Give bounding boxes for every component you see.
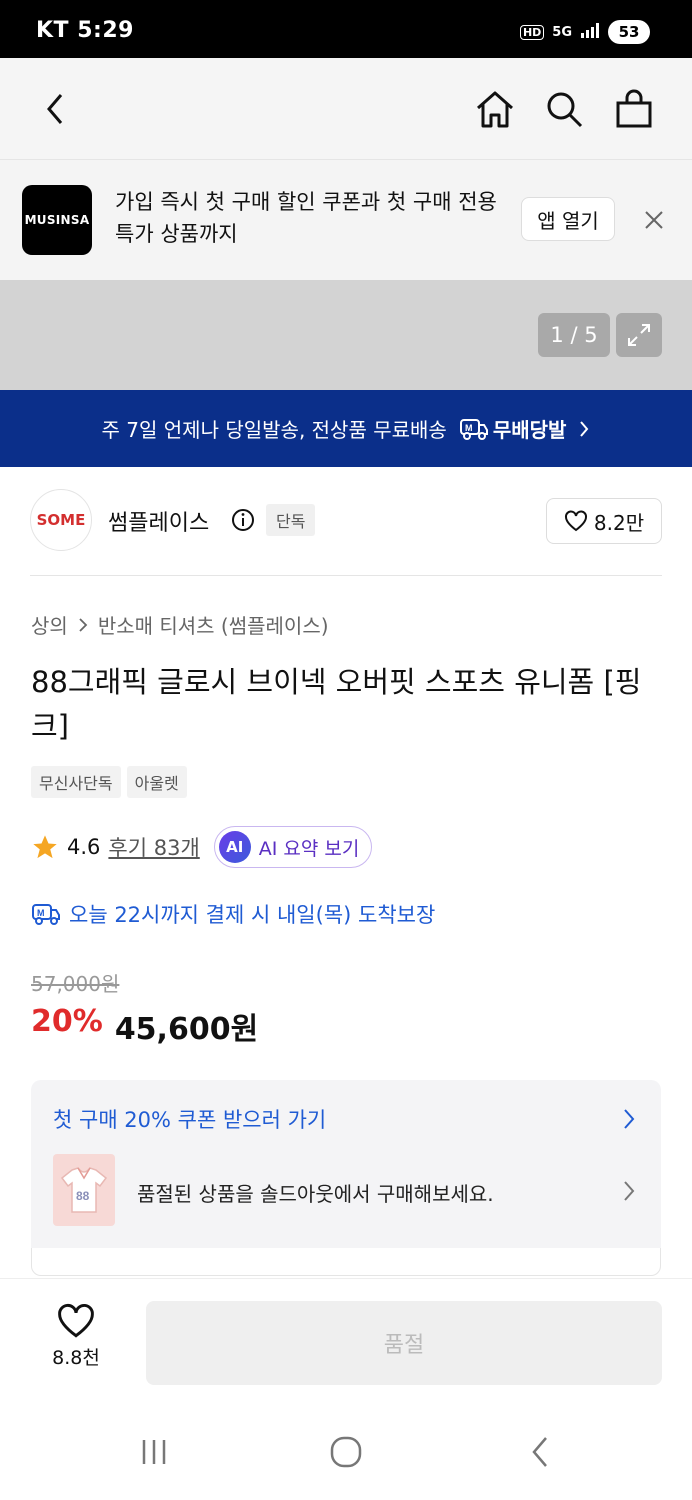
banner-close-button[interactable]: [640, 206, 668, 234]
ai-summary-button[interactable]: AI AI 요약 보기: [213, 826, 373, 868]
recent-apps-button[interactable]: [134, 1434, 174, 1470]
coupon-box: 첫 구매 20% 쿠폰 받으러 가기 88 품절된 상품을 솔드아웃에서 구매해…: [31, 1080, 661, 1276]
expand-icon: [628, 324, 650, 346]
delivery-text: 오늘 22시까지 결제 시 내일(목) 도착보장: [69, 903, 436, 927]
info-icon: [232, 509, 254, 531]
svg-text:88: 88: [76, 1189, 90, 1203]
expand-image-button[interactable]: [616, 313, 662, 357]
review-count-link[interactable]: 후기 83개: [108, 832, 199, 862]
shipping-text: 주 7일 언제나 당일발송, 전상품 무료배송: [101, 418, 447, 442]
chevron-right-icon: [79, 617, 88, 632]
banner-message: 가입 즉시 첫 구매 할인 쿠폰과 첫 구매 전용 특가 상품까지: [115, 190, 497, 246]
rating-row: 4.6 후기 83개 AI AI 요약 보기: [31, 826, 373, 868]
divider: [30, 575, 662, 576]
hd-icon: HD: [519, 24, 545, 40]
chevron-right-icon[interactable]: [623, 1180, 635, 1202]
close-icon: [645, 211, 663, 229]
carrier-time: KT 5:29: [36, 18, 134, 43]
battery-indicator: 53: [608, 20, 650, 44]
product-thumbnail: 88: [53, 1154, 115, 1226]
search-button[interactable]: [543, 88, 585, 130]
network-type: 5G: [552, 24, 572, 40]
soldout-button[interactable]: 품절: [146, 1301, 662, 1385]
recent-apps-icon: [142, 1440, 166, 1464]
brand-like-count: 8.2만: [593, 510, 645, 535]
shipping-brand-label: 무배당발: [492, 418, 567, 442]
delivery-truck-icon: M: [459, 418, 488, 440]
ai-summary-label: AI 요약 보기: [258, 837, 360, 860]
tag-exclusive: 무신사단독: [31, 766, 121, 798]
discount-rate: 20%: [31, 1004, 103, 1039]
sale-price: 45,600원: [114, 1012, 259, 1047]
home-system-button[interactable]: [326, 1434, 366, 1470]
back-arrow-icon: [532, 1437, 547, 1467]
top-navigation: [0, 58, 692, 160]
product-image-gallery[interactable]: 1 / 5: [0, 280, 692, 390]
system-back-button[interactable]: [520, 1434, 560, 1470]
status-icons: HD 5G 53: [519, 20, 650, 44]
heart-icon: [58, 1303, 94, 1338]
open-app-button[interactable]: 앱 열기: [521, 197, 615, 241]
delivery-guarantee: M 오늘 22시까지 결제 시 내일(목) 도착보장: [31, 899, 435, 929]
breadcrumb-subcategory[interactable]: 반소매 티셔츠 (썸플레이스): [98, 610, 329, 639]
brand-name[interactable]: 썸플레이스: [108, 505, 209, 537]
shipping-promo-bar[interactable]: 주 7일 언제나 당일발송, 전상품 무료배송 M 무배당발: [0, 390, 692, 467]
rating-value: 4.6: [67, 835, 101, 859]
brand-info-button[interactable]: [231, 508, 255, 536]
back-arrow-icon: [47, 94, 63, 124]
original-price: 57,000원: [31, 972, 120, 996]
search-icon: [547, 92, 583, 128]
jersey-image: 88: [60, 1167, 108, 1213]
breadcrumb-category[interactable]: 상의: [31, 610, 68, 639]
delivery-truck-icon: M: [32, 904, 60, 925]
bottom-action-bar: 8.8천 품절: [0, 1278, 692, 1400]
image-counter: 1 / 5: [538, 313, 610, 357]
breadcrumb: 상의 반소매 티셔츠 (썸플레이스): [31, 610, 329, 639]
brand-logo[interactable]: SOME: [30, 489, 92, 551]
musinsa-logo: MUSINSA: [22, 185, 92, 255]
wishlist-button[interactable]: 8.8천: [40, 1303, 112, 1370]
home-circle-icon: [330, 1436, 362, 1468]
wishlist-count: 8.8천: [52, 1347, 100, 1369]
cart-button[interactable]: [613, 88, 655, 130]
product-title: 88그래픽 글로시 브이넥 오버핏 스포츠 유니폼 [핑크]: [31, 665, 642, 743]
shopping-bag-icon: [616, 89, 652, 128]
app-banner: MUSINSA 가입 즉시 첫 구매 할인 쿠폰과 첫 구매 전용 특가 상품까…: [0, 160, 692, 280]
signal-icon: [580, 22, 600, 42]
svg-text:M: M: [465, 423, 473, 433]
soldout-suggestion[interactable]: 품절된 상품을 솔드아웃에서 구매해보세요.: [137, 1178, 494, 1207]
shipping-brand: M 무배당발: [459, 414, 567, 443]
price-row: 20% 45,600원: [31, 1004, 258, 1048]
system-navigation-bar: [0, 1400, 692, 1500]
home-icon: [477, 91, 513, 128]
first-purchase-coupon-link[interactable]: 첫 구매 20% 쿠폰 받으러 가기: [53, 1104, 326, 1134]
home-button[interactable]: [474, 88, 516, 130]
ai-icon: AI: [218, 831, 251, 863]
product-tags: 무신사단독 아울렛: [31, 766, 187, 798]
svg-text:M: M: [37, 908, 45, 918]
heart-icon: [564, 510, 587, 532]
star-icon: [33, 835, 57, 859]
back-button[interactable]: [34, 88, 76, 130]
coupon-box-footer: [31, 1248, 661, 1276]
tag-outlet: 아울렛: [126, 766, 187, 798]
exclusive-badge: 단독: [266, 504, 316, 536]
status-bar: KT 5:29 HD 5G 53: [0, 0, 692, 58]
brand-row: SOME 썸플레이스 단독 8.2만: [0, 467, 692, 575]
brand-like-button[interactable]: 8.2만: [546, 498, 662, 544]
chevron-right-icon[interactable]: [623, 1108, 635, 1130]
chevron-right-icon: [580, 420, 589, 437]
